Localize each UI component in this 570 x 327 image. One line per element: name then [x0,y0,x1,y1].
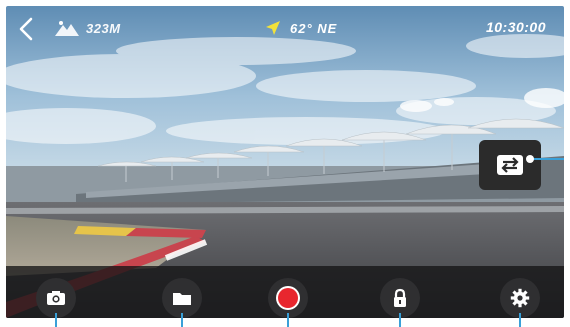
gps-arrow-icon [266,21,280,35]
swap-icon [497,155,523,175]
mountain-icon [55,21,79,36]
settings-button[interactable] [500,278,540,318]
album-button[interactable] [162,278,202,318]
altitude-value: 323M [86,20,121,36]
camera-icon [47,291,65,305]
record-icon [276,286,300,310]
back-button[interactable] [16,16,38,42]
callout-line-switch [530,158,564,160]
switch-mode-button[interactable] [479,140,541,190]
callout-dot-switch [526,155,534,163]
record-button[interactable] [268,278,308,318]
gear-icon [510,288,530,308]
lock-icon [394,288,406,307]
camera-viewfinder: 323M 62° NE 10:30:00 [6,6,564,318]
status-bar: 323M 62° NE 10:30:00 [6,6,564,54]
heading-indicator: 62° NE [264,18,337,38]
callout-line-album [181,313,183,327]
folder-icon [173,293,191,305]
callout-line-settings [519,313,521,327]
callout-line-record [287,313,289,327]
altitude-indicator: 323M [54,18,121,38]
callout-line-lock [399,313,401,327]
chevron-left-icon [19,17,33,41]
callout-line-photo [55,313,57,327]
clock-time: 10:30:00 [485,19,546,35]
lock-button[interactable] [380,278,420,318]
photo-button[interactable] [36,278,76,318]
heading-value: 62° NE [290,20,338,36]
